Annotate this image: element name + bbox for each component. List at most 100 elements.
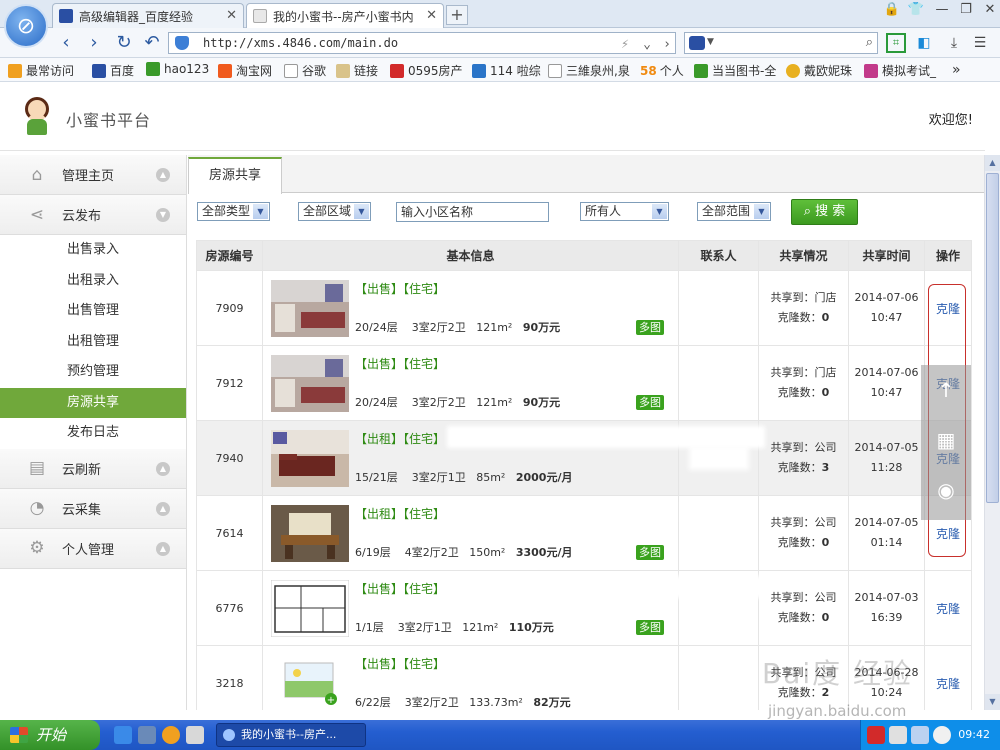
lightning-icon[interactable]: ⚡ [621,35,629,55]
sidebar-item-cloud-publish[interactable]: ⋖ 云发布 ▼ [0,195,186,235]
listing-thumbnail[interactable] [271,430,349,487]
share-time: 2014-07-05 01:14 [848,495,925,571]
search-button[interactable]: ⌕ 搜 索 [791,199,858,225]
bookmark-item[interactable]: 58 个人 [640,62,684,79]
back-to-top-icon[interactable]: ↑ [921,365,971,415]
menu-icon[interactable]: ☰ [970,33,990,53]
taskbar-window-item[interactable]: 我的小蜜书--房产... [216,723,366,747]
browser-tab-baidu[interactable]: 高级编辑器_百度经验 ✕ [52,3,244,28]
bookmark-item[interactable]: 最常访问 [8,62,74,79]
chevron-up-icon[interactable]: ▲ [156,461,170,476]
listing-tags: 【出租】【住宅】 [355,507,446,521]
scope-select[interactable]: 全部范围 ▼ [697,202,771,221]
speaker-icon[interactable]: ◧ [914,33,934,53]
refresh-icon[interactable]: ↻ [112,32,136,53]
sidebar-subitem-rent-entry[interactable]: 出租录入 [0,266,186,297]
bookmark-item[interactable]: 戴欧妮珠 [786,62,852,79]
vertical-scrollbar[interactable]: ▲ ▼ [984,155,1000,710]
lock-icon[interactable]: 🔒 [880,2,904,17]
chevron-down-icon[interactable]: ▼ [707,37,714,47]
shirt-icon[interactable]: 👕 [904,2,928,17]
chevron-up-icon[interactable]: ▲ [156,541,170,556]
network-icon[interactable] [911,726,929,744]
owner-select[interactable]: 所有人 ▼ [580,202,669,221]
listing-thumbnail[interactable] [271,280,349,337]
chevron-up-icon[interactable]: ▲ [156,168,170,182]
sidebar-item-personal[interactable]: ⚙ 个人管理 ▲ [0,528,186,569]
crop-icon[interactable]: ⌗ [886,33,906,53]
address-bar[interactable]: http://xms.4846.com/main.do ⚡ ⌄ › [168,32,676,54]
shield-icon [175,36,189,50]
explorer-icon[interactable] [138,726,156,744]
close-icon[interactable]: ✕ [226,8,237,23]
show-desktop-icon[interactable] [186,726,204,744]
bookmarks-overflow-icon[interactable]: » [952,62,961,78]
undo-icon[interactable]: ↶ [140,32,164,53]
close-window-icon[interactable]: ✕ [978,2,1000,17]
volume-icon[interactable] [933,726,951,744]
community-input[interactable]: 输入小区名称 [396,202,549,222]
sidebar-subitem-listing-share[interactable]: 房源共享 [0,387,186,418]
sidebar-item-home[interactable]: ⌂ 管理主页 ▲ [0,155,186,195]
bookmark-item[interactable]: 谷歌 [284,62,326,79]
listing-thumbnail[interactable] [270,579,350,638]
sidebar-subitem-publish-log[interactable]: 发布日志 [0,418,186,449]
browser-logo-icon[interactable]: ⊘ [4,4,48,48]
sidebar-subitem-sale-manage[interactable]: 出售管理 [0,296,186,327]
multi-image-badge[interactable]: 多图 [636,320,664,335]
download-icon[interactable]: ⤓ [944,33,964,53]
search-icon[interactable]: ⌕ [866,35,873,50]
listing-thumbnail[interactable] [271,505,349,562]
bookmark-item[interactable]: 当当图书-全 [694,62,776,79]
sidebar-subitem-rent-manage[interactable]: 出租管理 [0,327,186,358]
new-tab-button[interactable]: + [446,5,468,25]
area-select[interactable]: 全部区域 ▼ [298,202,371,221]
sidebar-subitem-booking[interactable]: 预约管理 [0,357,186,388]
type-select[interactable]: 全部类型 ▼ [197,202,270,221]
listing-thumbnail[interactable] [271,355,349,412]
browser-quicklaunch-icon[interactable] [162,726,180,744]
clone-link[interactable]: 克隆 [936,602,960,616]
scrollbar-thumb[interactable] [986,173,999,503]
qq-penguin-icon[interactable]: ◉ [921,465,971,515]
minimize-icon[interactable]: — [930,2,954,17]
bookmark-item[interactable]: 淘宝网 [218,62,272,79]
chevron-down-icon[interactable]: ⌄ [643,35,651,55]
listing-thumbnail[interactable]: + [271,655,349,710]
sogou-icon[interactable] [867,726,885,744]
multi-image-badge[interactable]: 多图 [636,545,664,560]
bookmark-item[interactable]: 三維泉州,泉 [548,62,630,79]
bookmark-item[interactable]: 模拟考试_ [864,62,936,79]
bookmark-item[interactable]: 百度 [92,62,134,79]
restore-icon[interactable]: ❐ [954,2,978,17]
qr-code-icon[interactable]: ▦ [921,415,971,465]
bookmark-item[interactable]: 链接 [336,62,378,79]
chevron-right-icon[interactable]: › [663,35,671,55]
keyboard-icon[interactable] [889,726,907,744]
tab-listing-share[interactable]: 房源共享 [188,157,282,194]
chevron-up-icon[interactable]: ▲ [156,501,170,516]
multi-image-badge[interactable]: 多图 [636,620,664,635]
scroll-down-icon[interactable]: ▼ [985,694,1000,710]
sidebar-subitem-sale-entry[interactable]: 出售录入 [0,235,186,266]
bookmark-item[interactable]: 114 啦综 [472,62,541,79]
ie-icon[interactable] [114,726,132,744]
clone-link[interactable]: 克隆 [936,302,960,316]
sidebar-item-cloud-collect[interactable]: ◔ 云采集 ▲ [0,488,186,529]
search-box[interactable]: ▼ ⌕ [684,32,878,54]
clone-link[interactable]: 克隆 [936,527,960,541]
bookmark-item[interactable]: 0595房产 [390,62,463,79]
scroll-up-icon[interactable]: ▲ [985,155,1000,171]
sidebar-item-cloud-refresh[interactable]: ▤ 云刷新 ▲ [0,448,186,489]
close-icon[interactable]: ✕ [426,8,437,23]
start-button[interactable]: 开始 [0,720,100,750]
browser-tab-xiaomishu[interactable]: 我的小蜜书--房产小蜜书内 ✕ [246,3,444,28]
multi-image-badge[interactable]: 多图 [636,395,664,410]
chevron-down-icon[interactable]: ▼ [156,208,170,222]
type-select-value: 全部类型 [202,204,251,218]
back-arrow-icon[interactable]: ‹ [54,32,78,53]
forward-arrow-icon[interactable]: › [82,32,106,53]
scope-select-value: 全部范围 [702,204,751,218]
redacted-title [451,580,761,594]
bookmark-item[interactable]: hao123 [146,62,209,76]
